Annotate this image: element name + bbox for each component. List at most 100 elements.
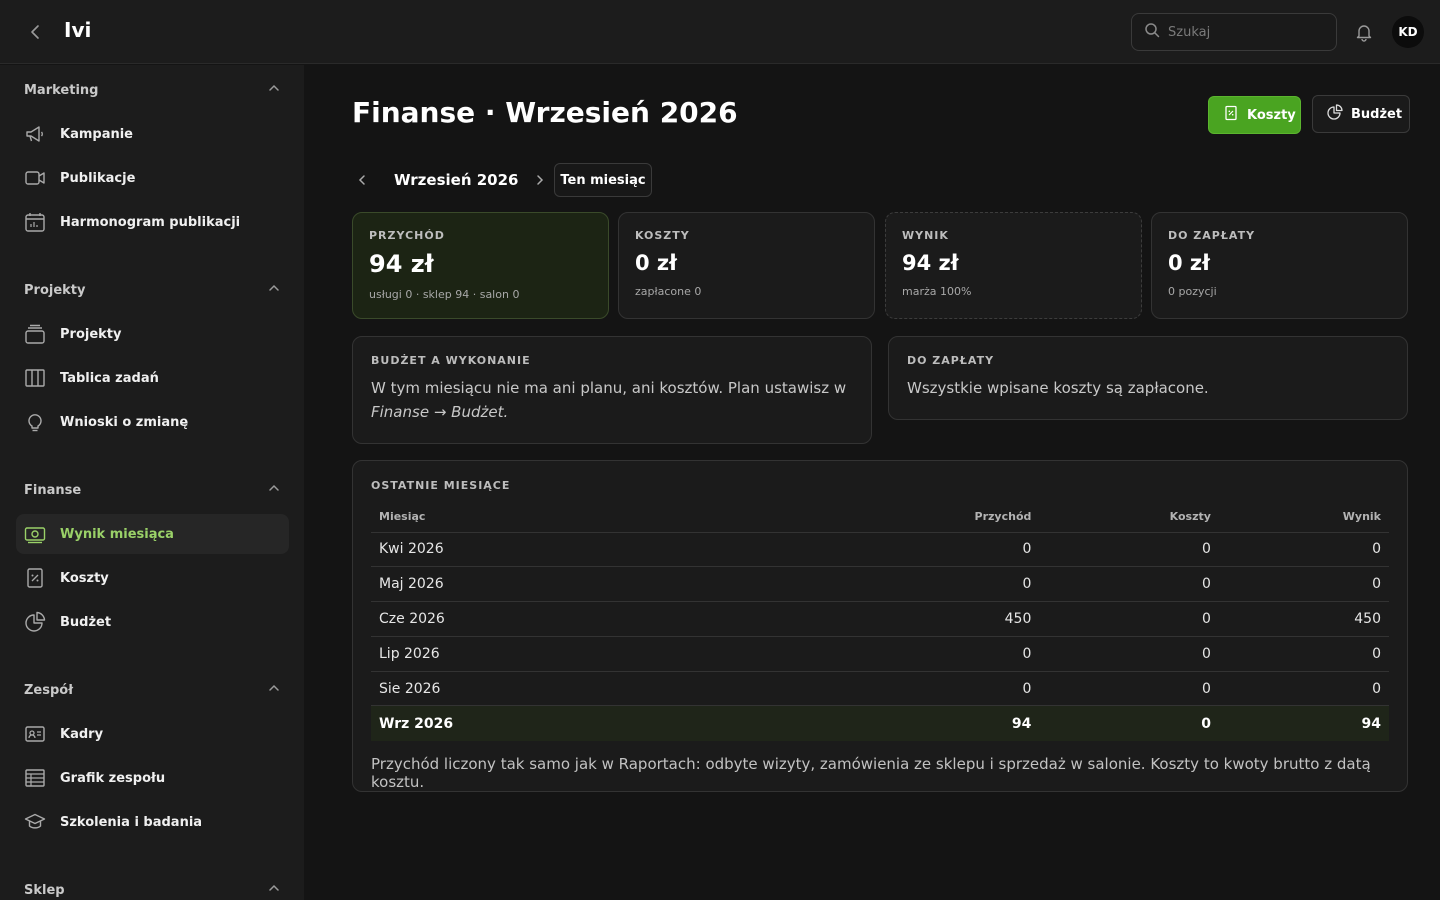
sidebar-item-label: Kampanie <box>60 126 133 142</box>
pie-chart-icon <box>24 611 46 633</box>
bell-icon[interactable] <box>1352 20 1376 44</box>
column-header: Koszty <box>1039 502 1219 533</box>
current-month-label: Wrzesień 2026 <box>394 171 519 189</box>
table-cell: 0 <box>811 566 1040 603</box>
panel-text: Wszystkie wpisane koszty są zapłacone. <box>907 379 1209 397</box>
table-cell: 94 <box>1218 705 1389 741</box>
stat-value: 0 zł <box>635 251 677 275</box>
sidebar-item-tablica-zadan[interactable]: Tablica zadań <box>16 358 289 398</box>
sidebar-item-label: Tablica zadań <box>60 370 159 386</box>
table-row: Sie 2026 0 0 0 <box>371 671 1389 707</box>
budget-link[interactable]: Finanse → Budżet. <box>371 403 508 421</box>
table-cell: Cze 2026 <box>371 601 811 637</box>
stat-card-result: WYNIK 94 zł marża 100% <box>885 212 1142 319</box>
id-card-icon <box>24 723 46 745</box>
stat-value: 94 zł <box>902 251 959 275</box>
stat-label: KOSZTY <box>635 229 690 242</box>
schedule-grid-icon <box>24 767 46 789</box>
sidebar-section-projekty[interactable]: Projekty <box>24 278 280 302</box>
sidebar-section-zespol[interactable]: Zespół <box>24 678 280 702</box>
table-footnote: Przychód liczony tak samo jak w Raportac… <box>371 754 1371 791</box>
section-label: Finanse <box>24 482 82 498</box>
table-cell: 0 <box>1218 671 1389 707</box>
section-label: Sklep <box>24 882 65 898</box>
search-icon <box>1144 22 1160 42</box>
table-cell: 0 <box>1039 671 1219 707</box>
sidebar-item-label: Szkolenia i badania <box>60 814 203 830</box>
sidebar-item-wynik-miesiaca[interactable]: Wynik miesiąca <box>16 514 289 554</box>
stat-card-revenue: PRZYCHÓD 94 zł usługi 0 · sklep 94 · sal… <box>352 212 609 319</box>
sidebar-item-budzet[interactable]: Budżet <box>16 602 289 642</box>
calendar-icon <box>24 211 46 233</box>
budget-button-label: Budżet <box>1351 106 1403 122</box>
video-icon <box>24 167 46 189</box>
panel-label: DO ZAPŁATY <box>907 354 995 367</box>
table-cell: 0 <box>1218 636 1389 672</box>
payable-panel: DO ZAPŁATY Wszystkie wpisane koszty są z… <box>888 336 1408 420</box>
table-cell: 0 <box>1039 566 1219 603</box>
sidebar-section-sklep[interactable]: Sklep <box>24 878 280 900</box>
sidebar-item-label: Grafik zespołu <box>60 770 166 786</box>
sidebar-item-kadry[interactable]: Kadry <box>16 714 289 754</box>
table-cell: 94 <box>811 705 1040 741</box>
chevron-up-icon <box>268 882 280 898</box>
column-header: Wynik <box>1218 502 1389 533</box>
stat-card-costs: KOSZTY 0 zł zapłacone 0 <box>618 212 875 319</box>
sidebar-item-label: Kadry <box>60 726 104 742</box>
sidebar-section-marketing[interactable]: Marketing <box>24 78 280 102</box>
sidebar-item-harmonogram[interactable]: Harmonogram publikacji <box>16 202 289 242</box>
sidebar-item-grafik-zespolu[interactable]: Grafik zespołu <box>16 758 289 798</box>
sidebar: Marketing Kampanie Publikacje Harmonogra… <box>0 65 304 900</box>
table-header-row: Miesiąc Przychód Koszty Wynik <box>371 502 1389 533</box>
table-row-current-month: Wrz 2026 94 0 94 <box>371 705 1389 741</box>
panel-label: BUDŻET A WYKONANIE <box>371 354 531 367</box>
sidebar-item-koszty[interactable]: Koszty <box>16 558 289 598</box>
top-bar: Ivi KD <box>0 0 1440 64</box>
sidebar-item-wnioski[interactable]: Wnioski o zmianę <box>16 402 289 442</box>
table-cell: Maj 2026 <box>371 566 811 603</box>
stat-card-payable: DO ZAPŁATY 0 zł 0 pozycji <box>1151 212 1408 319</box>
table-row: Kwi 2026 0 0 0 <box>371 532 1389 568</box>
panel-text: W tym miesiącu nie ma ani planu, ani kos… <box>371 376 853 424</box>
section-label: Projekty <box>24 282 86 298</box>
chevron-up-icon <box>268 482 280 498</box>
next-month-chevron-right-icon[interactable] <box>530 170 550 190</box>
search-box[interactable] <box>1131 13 1337 51</box>
pie-chart-icon <box>1327 104 1343 124</box>
sidebar-item-label: Budżet <box>60 614 112 630</box>
table-row: Lip 2026 0 0 0 <box>371 636 1389 672</box>
chevron-up-icon <box>268 282 280 298</box>
this-month-button[interactable]: Ten miesiąc <box>554 163 652 197</box>
table-row: Cze 2026 450 0 450 <box>371 601 1389 637</box>
sidebar-item-projekty[interactable]: Projekty <box>16 314 289 354</box>
money-icon <box>24 523 46 545</box>
sidebar-section-finanse[interactable]: Finanse <box>24 478 280 502</box>
graduation-cap-icon <box>24 811 46 833</box>
stat-sub: marża 100% <box>902 285 972 298</box>
sidebar-item-kampanie[interactable]: Kampanie <box>16 114 289 154</box>
stat-label: PRZYCHÓD <box>369 229 445 242</box>
stat-value: 94 zł <box>369 250 434 278</box>
back-arrow-icon[interactable] <box>24 20 48 44</box>
app-title: Ivi <box>64 18 92 42</box>
budget-vs-actual-panel: BUDŻET A WYKONANIE W tym miesiącu nie ma… <box>352 336 872 444</box>
table-cell: 0 <box>1039 601 1219 637</box>
costs-button[interactable]: Koszty <box>1208 96 1301 134</box>
chevron-up-icon <box>268 682 280 698</box>
table-row: Maj 2026 0 0 0 <box>371 566 1389 603</box>
table-cell: Wrz 2026 <box>371 705 811 741</box>
kanban-icon <box>24 367 46 389</box>
stat-sub: 0 pozycji <box>1168 285 1217 298</box>
panel-label: OSTATNIE MIESIĄCE <box>371 479 511 492</box>
recent-months-table: Miesiąc Przychód Koszty Wynik Kwi 2026 0… <box>371 502 1389 741</box>
receipt-icon <box>1223 105 1239 125</box>
receipt-icon <box>24 567 46 589</box>
sidebar-item-szkolenia[interactable]: Szkolenia i badania <box>16 802 289 842</box>
section-label: Zespół <box>24 682 74 698</box>
search-input[interactable] <box>1168 24 1318 40</box>
sidebar-item-publikacje[interactable]: Publikacje <box>16 158 289 198</box>
avatar[interactable]: KD <box>1392 16 1424 48</box>
prev-month-chevron-left-icon[interactable] <box>352 170 372 190</box>
megaphone-icon <box>24 123 46 145</box>
budget-button[interactable]: Budżet <box>1312 95 1410 133</box>
